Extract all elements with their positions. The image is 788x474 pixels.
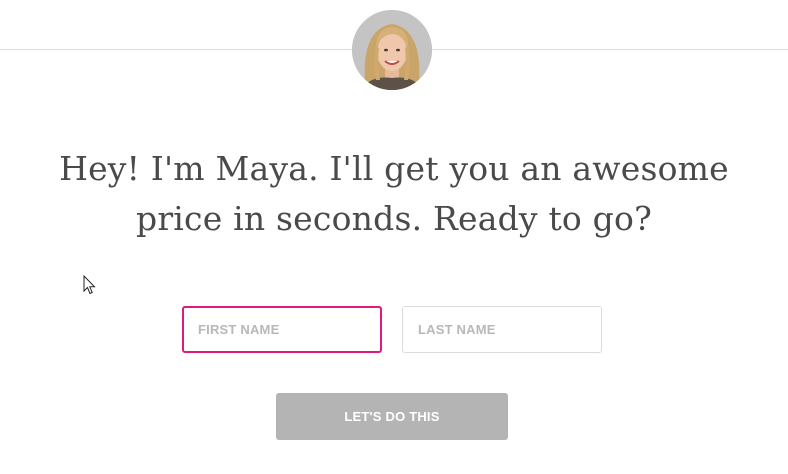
avatar [352,10,432,90]
mouse-pointer-icon [83,275,96,295]
page-title: Hey! I'm Maya. I'll get you an awesome p… [0,144,788,244]
headline-line-2: price in seconds. Ready to go? [136,199,652,238]
last-name-field[interactable] [402,306,602,353]
first-name-field[interactable] [182,306,382,353]
lets-do-this-button[interactable]: LET'S DO THIS [276,393,508,440]
headline-line-1: Hey! I'm Maya. I'll get you an awesome [59,149,729,188]
page: Hey! I'm Maya. I'll get you an awesome p… [0,0,788,474]
maya-avatar-icon [352,10,432,90]
